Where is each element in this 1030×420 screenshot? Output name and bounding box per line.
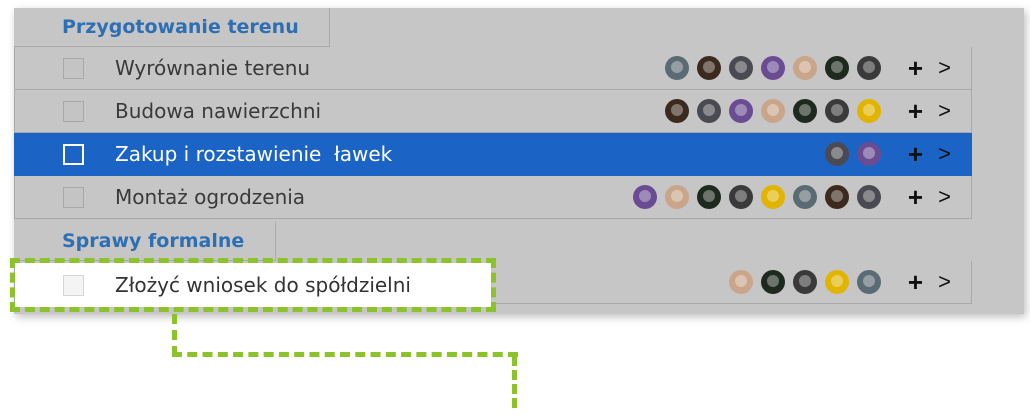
avatar [825, 185, 849, 209]
avatar [729, 185, 753, 209]
add-icon[interactable]: + [908, 184, 923, 210]
avatar [697, 99, 721, 123]
chevron-right-icon[interactable]: > [938, 143, 951, 165]
section-header-przygotowanie-terenu: Przygotowanie terenu [14, 8, 330, 47]
assignee-avatars [825, 142, 881, 166]
add-icon[interactable]: + [908, 141, 923, 167]
avatar [793, 99, 817, 123]
assignee-avatars [729, 270, 881, 294]
avatar [697, 56, 721, 80]
add-icon[interactable]: + [908, 269, 923, 295]
avatar [857, 142, 881, 166]
avatar [793, 270, 817, 294]
avatar [857, 99, 881, 123]
task-checkbox[interactable] [63, 143, 84, 165]
callout-connector [172, 352, 518, 357]
avatar [857, 185, 881, 209]
avatar [633, 185, 657, 209]
section-title: Przygotowanie terenu [62, 16, 299, 38]
task-checkbox[interactable] [63, 57, 84, 79]
task-row-selected[interactable]: Zakup i rozstawienie ławek + > [14, 133, 972, 176]
avatar [761, 270, 785, 294]
avatar [729, 99, 753, 123]
avatar [729, 270, 753, 294]
chevron-right-icon[interactable]: > [938, 186, 951, 208]
avatar [857, 270, 881, 294]
chevron-right-icon[interactable]: > [938, 57, 951, 79]
task-checkbox[interactable] [63, 100, 84, 122]
task-row[interactable]: Budowa nawierzchni + > [14, 90, 972, 133]
task-row[interactable]: Wyrównanie terenu + > [14, 47, 972, 90]
assignee-avatars [633, 185, 881, 209]
task-label: Budowa nawierzchni [115, 99, 322, 123]
avatar [857, 56, 881, 80]
avatar [825, 56, 849, 80]
avatar [729, 56, 753, 80]
avatar [761, 185, 785, 209]
highlight-frame [10, 258, 496, 312]
task-label: Montaż ogrodzenia [115, 185, 306, 209]
add-icon[interactable]: + [908, 55, 923, 81]
callout-connector [172, 314, 177, 356]
avatar [825, 270, 849, 294]
assignee-avatars [665, 56, 881, 80]
avatar [793, 185, 817, 209]
avatar [825, 99, 849, 123]
avatar [665, 185, 689, 209]
avatar [761, 99, 785, 123]
avatar [697, 185, 721, 209]
avatar [665, 56, 689, 80]
chevron-right-icon[interactable]: > [938, 100, 951, 122]
avatar [793, 56, 817, 80]
avatar [825, 142, 849, 166]
section-header-sprawy-formalne: Sprawy formalne [14, 222, 276, 261]
assignee-avatars [665, 99, 881, 123]
chevron-right-icon[interactable]: > [938, 271, 951, 293]
avatar [761, 56, 785, 80]
add-icon[interactable]: + [908, 98, 923, 124]
task-checkbox[interactable] [63, 186, 84, 208]
task-row[interactable]: Montaż ogrodzenia + > [14, 176, 972, 219]
avatar [665, 99, 689, 123]
task-label: Zakup i rozstawienie ławek [115, 142, 393, 166]
callout-connector [512, 356, 518, 408]
section-title: Sprawy formalne [62, 230, 245, 252]
task-label: Wyrównanie terenu [115, 56, 311, 80]
